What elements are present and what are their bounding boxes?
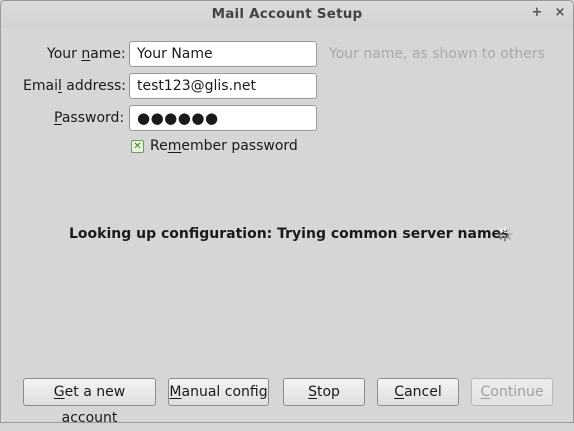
stop-button[interactable]: Stop [283,378,365,406]
manual-config-button[interactable]: Manual config [168,378,269,406]
password-input[interactable]: ●●●●●● [129,105,317,131]
continue-button[interactable]: Continue [471,378,553,406]
title-bar[interactable]: Mail Account Setup + × [1,1,573,28]
maximize-icon[interactable]: + [528,4,546,22]
your-name-hint: Your name, as shown to others [329,46,545,62]
close-icon[interactable]: × [551,4,569,22]
your-name-input[interactable] [129,41,317,67]
window-title: Mail Account Setup [211,6,363,22]
email-address-input[interactable] [129,73,317,99]
status-message: Looking up configuration: Trying common … [69,226,510,242]
password-label: Password: [54,110,125,126]
your-name-label: Your name: [47,46,126,62]
spinner-icon [497,226,513,242]
remember-password-label[interactable]: Remember password [150,138,298,154]
remember-password-checkbox[interactable]: ✕ [131,140,144,153]
email-address-label: Email address: [23,78,127,94]
cancel-button[interactable]: Cancel [377,378,459,406]
mail-account-setup-window: Mail Account Setup + × Your name: Your n… [0,0,574,426]
get-new-account-button[interactable]: Get a new account [23,378,156,426]
